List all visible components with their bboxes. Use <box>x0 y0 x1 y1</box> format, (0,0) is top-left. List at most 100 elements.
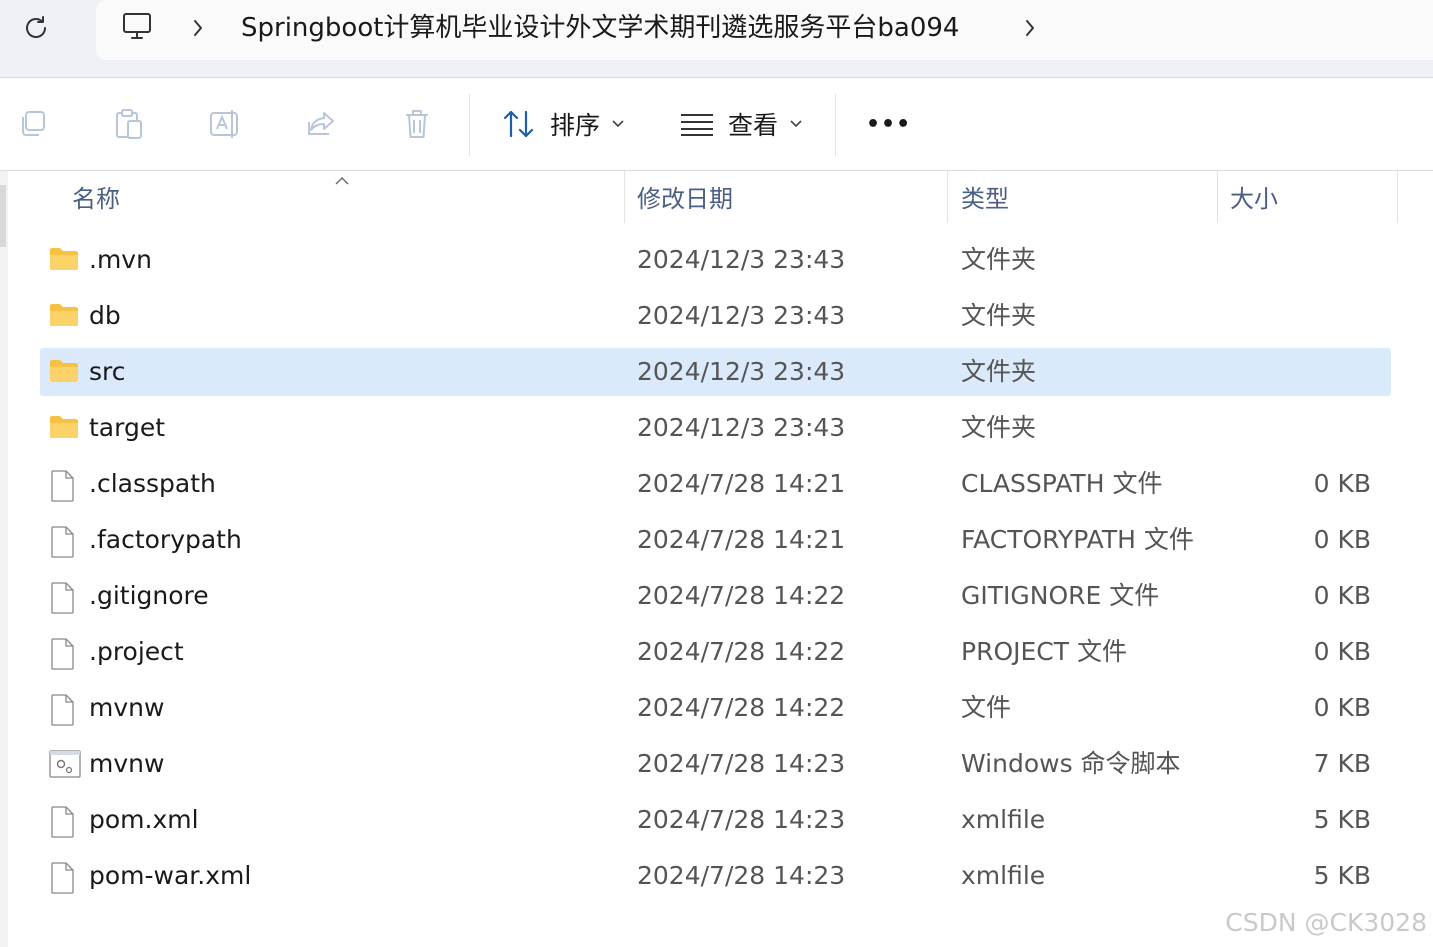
toolbar-separator <box>835 94 836 156</box>
file-row[interactable]: src 2024/12/3 23:43 文件夹 <box>40 348 1391 396</box>
view-menu-button[interactable]: 查看 <box>680 102 802 146</box>
file-row[interactable]: .factorypath 2024/7/28 14:21 FACTORYPATH… <box>40 516 1391 564</box>
file-icon <box>49 638 77 670</box>
list-view-icon <box>681 114 713 136</box>
file-size: 0 KB <box>1313 637 1371 666</box>
paste-icon <box>116 109 142 139</box>
file-icon <box>49 862 77 894</box>
file-name: target <box>89 413 166 442</box>
file-name: db <box>89 301 121 330</box>
column-divider[interactable] <box>1397 171 1398 223</box>
file-size: 0 KB <box>1313 693 1371 722</box>
file-date: 2024/12/3 23:43 <box>637 357 846 386</box>
file-icon <box>49 694 77 726</box>
file-type: FACTORYPATH 文件 <box>961 525 1194 554</box>
more-options-button[interactable]: ••• <box>866 102 911 146</box>
file-date: 2024/12/3 23:43 <box>637 413 846 442</box>
file-date: 2024/7/28 14:22 <box>637 693 846 722</box>
file-type: 文件夹 <box>961 413 1037 442</box>
file-type: 文件夹 <box>961 301 1037 330</box>
toolbar-separator <box>469 94 470 156</box>
file-row[interactable]: .mvn 2024/12/3 23:43 文件夹 <box>40 236 1391 284</box>
sort-menu-button[interactable]: 排序 <box>502 102 624 146</box>
this-pc-icon[interactable] <box>120 10 154 48</box>
breadcrumb-chevron-icon[interactable] <box>188 14 208 42</box>
column-header-size[interactable]: 大小 <box>1230 171 1278 227</box>
command-toolbar: 排序 查看 ••• <box>0 78 1433 171</box>
file-name: .mvn <box>89 245 152 274</box>
file-date: 2024/12/3 23:43 <box>637 301 846 330</box>
file-name: .gitignore <box>89 581 209 610</box>
sort-ascending-icon <box>334 171 350 190</box>
file-icon <box>49 470 77 502</box>
file-row[interactable]: pom-war.xml 2024/7/28 14:23 xmlfile 5 KB <box>40 852 1391 900</box>
file-date: 2024/7/28 14:21 <box>637 469 846 498</box>
watermark: CSDN @CK3028 <box>1225 908 1427 937</box>
file-row[interactable]: .gitignore 2024/7/28 14:22 GITIGNORE 文件 … <box>40 572 1391 620</box>
file-size: 7 KB <box>1313 749 1371 778</box>
file-row[interactable]: .project 2024/7/28 14:22 PROJECT 文件 0 KB <box>40 628 1391 676</box>
file-icon <box>49 806 77 838</box>
folder-icon <box>49 246 79 274</box>
chevron-down-icon <box>612 120 624 128</box>
trash-icon <box>406 110 428 138</box>
file-row[interactable]: pom.xml 2024/7/28 14:23 xmlfile 5 KB <box>40 796 1391 844</box>
file-size: 0 KB <box>1313 525 1371 554</box>
file-type: 文件夹 <box>961 357 1037 386</box>
refresh-icon <box>26 16 46 38</box>
file-date: 2024/7/28 14:21 <box>637 525 846 554</box>
folder-icon <box>49 302 79 330</box>
file-row[interactable]: mvnw 2024/7/28 14:22 文件 0 KB <box>40 684 1391 732</box>
file-type: 文件 <box>961 693 1012 722</box>
file-size: 5 KB <box>1313 805 1371 834</box>
sort-icon <box>503 110 534 138</box>
file-size: 0 KB <box>1313 469 1371 498</box>
column-header-date[interactable]: 修改日期 <box>637 171 733 227</box>
file-date: 2024/7/28 14:23 <box>637 805 846 834</box>
column-divider[interactable] <box>947 171 948 223</box>
rename-button[interactable] <box>205 104 245 144</box>
file-name: .factorypath <box>89 525 242 554</box>
chevron-down-icon <box>790 120 802 128</box>
folder-icon <box>49 358 79 386</box>
file-type: 文件夹 <box>961 245 1037 274</box>
file-type: xmlfile <box>961 861 1046 890</box>
column-divider[interactable] <box>1217 171 1218 223</box>
file-date: 2024/7/28 14:23 <box>637 749 846 778</box>
copy-icon <box>22 111 45 136</box>
paste-button[interactable] <box>109 104 149 144</box>
address-bar-area: Springboot计算机毕业设计外文学术期刊遴选服务平台ba094 <box>0 0 1433 78</box>
file-size: 5 KB <box>1313 861 1371 890</box>
file-name: src <box>89 357 126 386</box>
file-row[interactable]: .classpath 2024/7/28 14:21 CLASSPATH 文件 … <box>40 460 1391 508</box>
delete-button[interactable] <box>397 104 437 144</box>
column-divider[interactable] <box>624 171 625 223</box>
file-name: pom-war.xml <box>89 861 252 890</box>
file-name: mvnw <box>89 749 165 778</box>
column-header-type[interactable]: 类型 <box>961 171 1009 227</box>
file-type: PROJECT 文件 <box>961 637 1127 666</box>
file-size: 0 KB <box>1313 581 1371 610</box>
share-icon <box>308 112 334 135</box>
breadcrumb-current-folder[interactable]: Springboot计算机毕业设计外文学术期刊遴选服务平台ba094 <box>241 10 959 46</box>
column-header-name[interactable]: 名称 <box>72 171 120 227</box>
script-icon <box>49 750 81 778</box>
file-type: GITIGNORE 文件 <box>961 581 1160 610</box>
copy-button[interactable] <box>13 104 53 144</box>
file-row[interactable]: mvnw 2024/7/28 14:23 Windows 命令脚本 7 KB <box>40 740 1391 788</box>
file-icon <box>49 526 77 558</box>
file-date: 2024/7/28 14:23 <box>637 861 846 890</box>
navigation-pane-scrollbar[interactable] <box>0 171 8 947</box>
file-name: pom.xml <box>89 805 199 834</box>
file-row[interactable]: db 2024/12/3 23:43 文件夹 <box>40 292 1391 340</box>
file-name: mvnw <box>89 693 165 722</box>
file-name: .classpath <box>89 469 216 498</box>
refresh-button[interactable] <box>16 8 56 48</box>
column-header-row: 名称 修改日期 类型 大小 <box>0 171 1433 227</box>
more-icon: ••• <box>866 111 912 137</box>
file-row[interactable]: target 2024/12/3 23:43 文件夹 <box>40 404 1391 452</box>
file-type: xmlfile <box>961 805 1046 834</box>
share-button[interactable] <box>301 104 341 144</box>
breadcrumb-chevron-icon[interactable] <box>1020 14 1040 42</box>
file-date: 2024/7/28 14:22 <box>637 581 846 610</box>
